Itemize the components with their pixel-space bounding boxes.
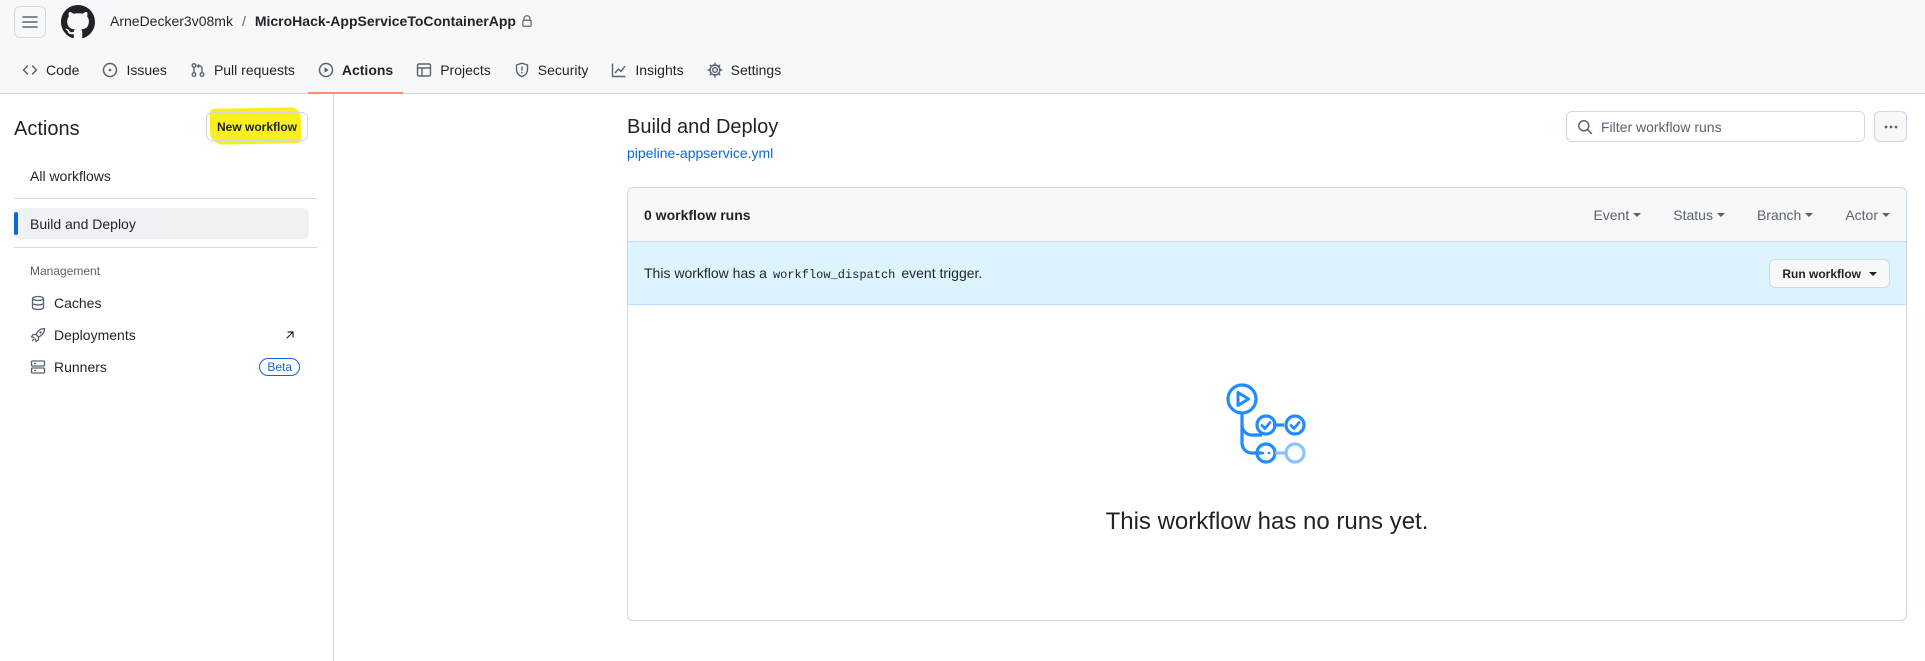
runs-count: 0 workflow runs (644, 207, 751, 223)
owner-link[interactable]: ArneDecker3v08mk (110, 13, 233, 29)
actions-sidebar: Actions New workflow All workflows Build… (0, 94, 334, 661)
breadcrumb: ArneDecker3v08mk / MicroHack-AppServiceT… (110, 13, 533, 29)
server-icon (30, 360, 46, 374)
breadcrumb-separator: / (241, 13, 246, 29)
graph-icon (612, 63, 626, 78)
tab-code-label: Code (46, 62, 80, 78)
filter-workflow-runs[interactable] (1566, 111, 1865, 142)
workflow-title: Build and Deploy (627, 116, 779, 138)
tab-insights-label: Insights (635, 62, 684, 78)
tab-issues[interactable]: Issues (92, 52, 176, 88)
build-and-deploy-label: Build and Deploy (30, 215, 136, 232)
dispatch-code: workflow_dispatch (772, 268, 896, 282)
kebab-horizontal-icon (1884, 125, 1897, 128)
dispatch-prefix: This workflow has a (644, 265, 767, 281)
database-icon (31, 295, 45, 311)
tab-projects-label: Projects (440, 62, 491, 78)
tab-security[interactable]: Security (504, 52, 599, 88)
search-icon (1578, 119, 1593, 134)
tab-settings[interactable]: Settings (697, 52, 792, 88)
gear-icon (707, 62, 723, 78)
lock-icon (522, 15, 532, 27)
github-logo-icon[interactable] (61, 5, 95, 39)
tab-projects[interactable]: Projects (406, 52, 501, 88)
run-workflow-label: Run workflow (1782, 266, 1861, 281)
new-workflow-button[interactable]: New workflow (206, 112, 309, 141)
workflow-file-link[interactable]: pipeline-appservice.yml (627, 145, 773, 161)
tab-code[interactable]: Code (12, 52, 89, 88)
management-heading: Management (30, 264, 101, 278)
branch-filter-label: Branch (1756, 207, 1802, 223)
all-workflows-label: All workflows (30, 167, 111, 184)
triangle-down-icon (1633, 213, 1642, 217)
dispatch-suffix: event trigger. (901, 265, 983, 281)
hamburger-menu-button[interactable] (14, 6, 46, 38)
triangle-down-icon (1882, 213, 1890, 217)
triangle-down-icon (1716, 213, 1725, 217)
run-workflow-button[interactable]: Run workflow (1769, 259, 1890, 288)
sidebar-item-caches[interactable]: Caches (30, 289, 304, 317)
beta-badge: Beta (259, 358, 300, 376)
issue-opened-icon (103, 62, 118, 78)
hamburger-icon (22, 16, 38, 28)
tab-actions[interactable]: Actions (307, 52, 404, 94)
new-workflow-label: New workflow (217, 119, 298, 134)
filter-input[interactable] (1601, 118, 1841, 135)
event-filter-dropdown[interactable]: Event (1593, 207, 1642, 223)
shield-icon (515, 62, 528, 78)
runners-label: Runners (54, 359, 107, 375)
runs-filters: Event Status Branch Actor (1561, 207, 1890, 223)
actor-filter-label: Actor (1845, 207, 1878, 223)
caches-label: Caches (54, 295, 102, 311)
tab-settings-label: Settings (730, 62, 782, 78)
sidebar-divider (14, 247, 317, 248)
sidebar-title: Actions (14, 118, 80, 140)
empty-state-message: This workflow has no runs yet. (1105, 508, 1429, 535)
git-pull-request-icon (191, 63, 205, 77)
sidebar-item-build-and-deploy[interactable]: Build and Deploy (14, 208, 309, 239)
event-filter-label: Event (1593, 207, 1630, 223)
code-icon (22, 65, 38, 75)
sidebar-divider (14, 198, 317, 199)
branch-filter-dropdown[interactable]: Branch (1756, 207, 1814, 223)
workflow-graph-icon (1226, 383, 1306, 464)
triangle-down-icon (1869, 271, 1877, 276)
more-options-button[interactable] (1874, 111, 1907, 142)
triangle-down-icon (1805, 213, 1814, 217)
external-link-arrow-icon (286, 331, 294, 339)
rocket-icon (30, 327, 46, 343)
status-filter-dropdown[interactable]: Status (1673, 207, 1725, 223)
tab-pull-requests[interactable]: Pull requests (180, 52, 305, 88)
deployments-label: Deployments (54, 327, 136, 343)
tab-security-label: Security (537, 62, 589, 78)
repo-nav: Code Issues Pull requests Actions Projec… (12, 52, 794, 94)
tab-actions-label: Actions (341, 62, 394, 78)
tab-insights[interactable]: Insights (601, 52, 693, 88)
workflow-dispatch-banner: This workflow has a workflow_dispatch even… (628, 242, 1906, 305)
runs-header: 0 workflow runs Event Status Branch Acto… (628, 188, 1906, 242)
tab-issues-label: Issues (126, 62, 167, 78)
status-filter-label: Status (1673, 207, 1713, 223)
table-icon (417, 63, 432, 77)
sidebar-item-deployments[interactable]: Deployments (30, 321, 304, 349)
sidebar-item-all-workflows[interactable]: All workflows (14, 160, 309, 191)
actor-filter-dropdown[interactable]: Actor (1845, 207, 1890, 223)
sidebar-item-runners[interactable]: Runners Beta (30, 353, 304, 381)
tab-pull-requests-label: Pull requests (213, 62, 295, 78)
dispatch-message: This workflow has a workflow_dispatch even… (644, 265, 982, 282)
play-icon (318, 62, 334, 78)
repo-link[interactable]: MicroHack-AppServiceToContainerApp (255, 13, 516, 29)
workflow-runs-box: 0 workflow runs Event Status Branch Acto… (627, 187, 1907, 621)
repo-header: ArneDecker3v08mk / MicroHack-AppServiceT… (0, 0, 1925, 94)
